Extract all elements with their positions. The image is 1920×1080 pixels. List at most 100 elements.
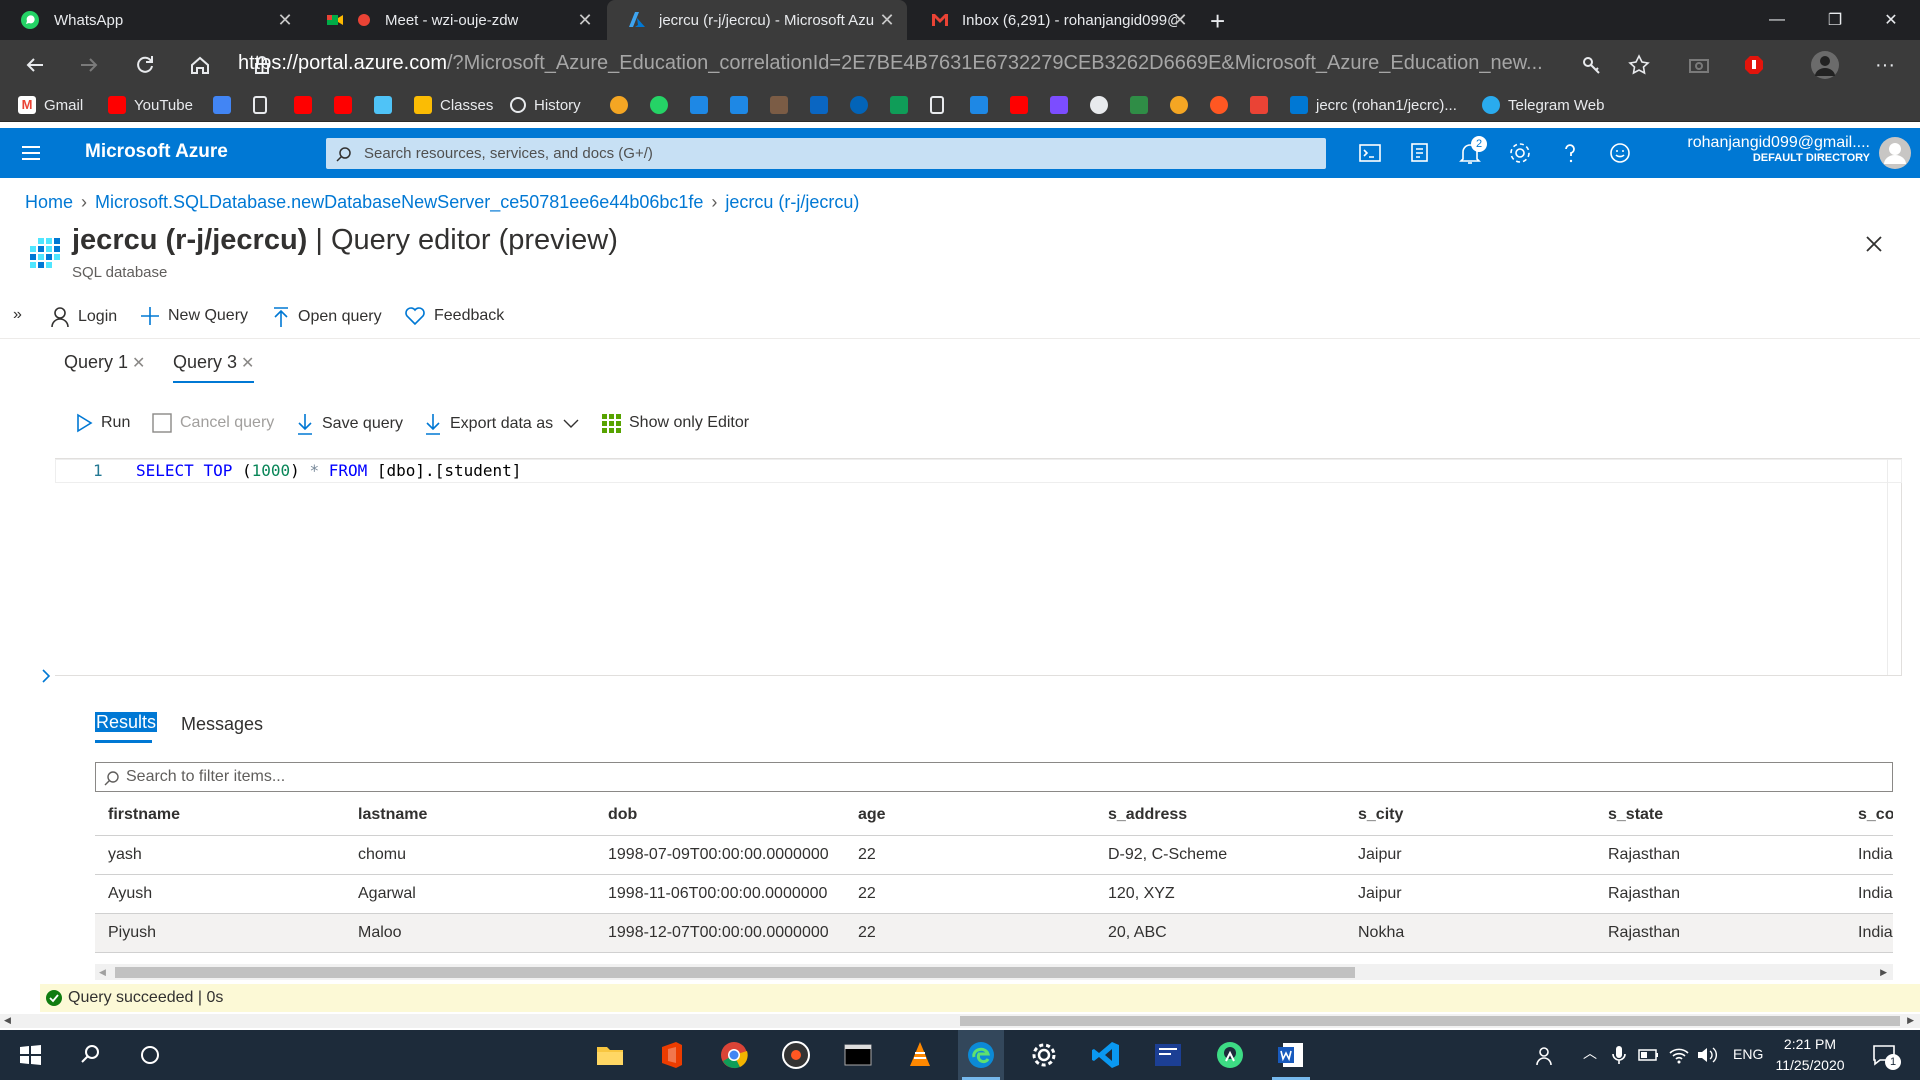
vlc-icon[interactable] bbox=[904, 1039, 936, 1071]
bookmark-telegram[interactable]: Telegram Web bbox=[1482, 93, 1604, 117]
column-header[interactable]: s_state bbox=[1595, 795, 1845, 836]
scroll-left-icon[interactable]: ◀ bbox=[99, 967, 106, 978]
tab-query-1[interactable]: Query 1 ✕ bbox=[64, 352, 145, 373]
bookmark-gmail-2[interactable] bbox=[1250, 93, 1276, 117]
column-header[interactable]: lastname bbox=[345, 795, 595, 836]
bookmark-github[interactable] bbox=[1090, 93, 1116, 117]
scroll-left-icon[interactable]: ◀ bbox=[4, 1015, 11, 1026]
system-clock[interactable]: 2:21 PM 11/25/2020 bbox=[1765, 1034, 1855, 1076]
search-input[interactable]: Search resources, services, and docs (G+… bbox=[326, 138, 1326, 169]
new-tab-button[interactable]: + bbox=[1210, 6, 1225, 37]
more-icon[interactable]: ··· bbox=[1868, 48, 1902, 82]
android-studio-icon[interactable] bbox=[1214, 1039, 1246, 1071]
chrome-icon[interactable] bbox=[718, 1039, 750, 1071]
office-icon[interactable] bbox=[656, 1039, 688, 1071]
search-icon[interactable] bbox=[74, 1039, 106, 1071]
bookmark-translate[interactable] bbox=[213, 93, 239, 117]
scroll-right-icon[interactable]: ▶ bbox=[1880, 967, 1887, 978]
key-icon[interactable] bbox=[1575, 48, 1609, 82]
run-button[interactable]: Run bbox=[75, 413, 130, 433]
feedback-button[interactable]: Feedback bbox=[404, 306, 504, 326]
url-field[interactable]: https://portal.azure.com/?Microsoft_Azur… bbox=[238, 52, 1558, 78]
login-button[interactable]: Login bbox=[50, 306, 117, 328]
bookmark-youtube-3[interactable] bbox=[334, 93, 360, 117]
column-header[interactable]: firstname bbox=[95, 795, 345, 836]
column-header[interactable]: dob bbox=[595, 795, 845, 836]
bookmark-history[interactable]: History bbox=[510, 93, 581, 117]
open-query-button[interactable]: Open query bbox=[272, 306, 382, 328]
task-view-icon[interactable] bbox=[134, 1039, 166, 1071]
close-icon[interactable]: ✕ bbox=[575, 10, 595, 30]
close-icon[interactable]: ✕ bbox=[132, 355, 145, 372]
profile-avatar[interactable] bbox=[1808, 48, 1842, 82]
minimize-button[interactable]: — bbox=[1748, 0, 1806, 40]
file-explorer-icon[interactable] bbox=[594, 1039, 626, 1071]
settings-gear-icon[interactable] bbox=[1507, 140, 1533, 166]
bookmark-ext-1[interactable] bbox=[610, 93, 636, 117]
column-header[interactable]: s_city bbox=[1345, 795, 1595, 836]
language-indicator[interactable]: ENG bbox=[1733, 1046, 1763, 1062]
people-icon[interactable] bbox=[1535, 1044, 1559, 1068]
windows-start-icon[interactable] bbox=[14, 1039, 46, 1071]
account-menu[interactable]: rohanjangid099@gmail.... DEFAULT DIRECTO… bbox=[1660, 134, 1870, 164]
bookmark-gfg[interactable] bbox=[1130, 93, 1156, 117]
bookmark-page-2[interactable] bbox=[930, 93, 952, 117]
back-button[interactable] bbox=[18, 48, 52, 82]
bookmark-youtube[interactable]: YouTube bbox=[108, 93, 193, 117]
close-window-button[interactable]: ✕ bbox=[1862, 0, 1920, 40]
close-icon[interactable]: ✕ bbox=[877, 10, 897, 30]
wifi-icon[interactable] bbox=[1668, 1045, 1690, 1065]
close-icon[interactable]: ✕ bbox=[241, 355, 254, 372]
table-row[interactable]: Piyush Maloo 1998-12-07T00:00:00.0000000… bbox=[95, 913, 1893, 953]
tab-messages[interactable]: Messages bbox=[181, 714, 263, 735]
scroll-right-icon[interactable]: ▶ bbox=[1907, 1015, 1914, 1026]
chevron-up-icon[interactable]: ︿ bbox=[1583, 1043, 1597, 1063]
bookmark-ext-4[interactable] bbox=[770, 93, 796, 117]
bookmark-linkedin[interactable] bbox=[810, 93, 836, 117]
expand-menu-icon[interactable]: » bbox=[13, 306, 22, 324]
star-icon[interactable] bbox=[1622, 48, 1656, 82]
breadcrumb-database[interactable]: jecrcu (r-j/jecrcu) bbox=[725, 192, 859, 212]
query-editor[interactable] bbox=[55, 458, 1902, 676]
bookmark-drive[interactable] bbox=[890, 93, 916, 117]
bookmark-ext-8[interactable] bbox=[1210, 93, 1236, 117]
bookmark-ext-7[interactable] bbox=[1170, 93, 1196, 117]
close-icon[interactable] bbox=[1864, 234, 1884, 254]
bookmark-ext-5[interactable] bbox=[970, 93, 996, 117]
breadcrumb-home[interactable]: Home bbox=[25, 192, 73, 212]
tab-meet[interactable]: Meet - wzi-ouje-zdw ✕ bbox=[305, 0, 605, 40]
media-player-icon[interactable] bbox=[780, 1039, 812, 1071]
bookmark-ext-6[interactable] bbox=[1050, 93, 1076, 117]
column-header[interactable]: s_co bbox=[1845, 795, 1893, 836]
close-icon[interactable]: ✕ bbox=[1170, 10, 1190, 30]
taskbar-active-app[interactable] bbox=[958, 1030, 1004, 1080]
table-row[interactable]: yash chomu 1998-07-09T00:00:00.0000000 2… bbox=[95, 835, 1893, 875]
results-horizontal-scrollbar[interactable]: ◀ ▶ bbox=[95, 964, 1893, 980]
devcpp-icon[interactable] bbox=[1152, 1039, 1184, 1071]
microphone-icon[interactable] bbox=[1610, 1044, 1628, 1066]
bookmark-whatsapp[interactable] bbox=[650, 93, 676, 117]
vscode-icon[interactable] bbox=[1090, 1039, 1122, 1071]
tab-whatsapp[interactable]: WhatsApp ✕ bbox=[0, 0, 305, 40]
tab-results[interactable]: Results bbox=[95, 712, 158, 733]
save-query-button[interactable]: Save query bbox=[296, 413, 403, 435]
bookmark-youtube-4[interactable] bbox=[1010, 93, 1036, 117]
forward-button[interactable] bbox=[72, 48, 106, 82]
hamburger-menu-icon[interactable] bbox=[21, 144, 41, 162]
sql-code-line[interactable]: SELECT TOP (1000) * FROM [dbo].[student] bbox=[136, 461, 521, 480]
breadcrumb-server[interactable]: Microsoft.SQLDatabase.newDatabaseNewServ… bbox=[95, 192, 703, 212]
filter-input[interactable]: Search to filter items... bbox=[95, 762, 1893, 792]
close-icon[interactable]: ✕ bbox=[275, 10, 295, 30]
bookmark-onedrive[interactable] bbox=[850, 93, 876, 117]
azure-brand[interactable]: Microsoft Azure bbox=[85, 141, 228, 163]
page-horizontal-scrollbar[interactable]: ◀ ▶ bbox=[0, 1014, 1920, 1028]
chevron-right-icon[interactable] bbox=[41, 668, 51, 684]
column-header[interactable]: s_address bbox=[1095, 795, 1345, 836]
tab-azure[interactable]: jecrcu (r-j/jecrcu) - Microsoft Azu ✕ bbox=[607, 0, 907, 40]
table-row[interactable]: Ayush Agarwal 1998-11-06T00:00:00.000000… bbox=[95, 874, 1893, 914]
directory-filter-icon[interactable] bbox=[1407, 140, 1433, 166]
bookmark-ext-3[interactable] bbox=[730, 93, 756, 117]
feedback-smiley-icon[interactable] bbox=[1607, 140, 1633, 166]
bookmark-page[interactable] bbox=[253, 93, 275, 117]
restore-button[interactable]: ❐ bbox=[1806, 0, 1864, 40]
